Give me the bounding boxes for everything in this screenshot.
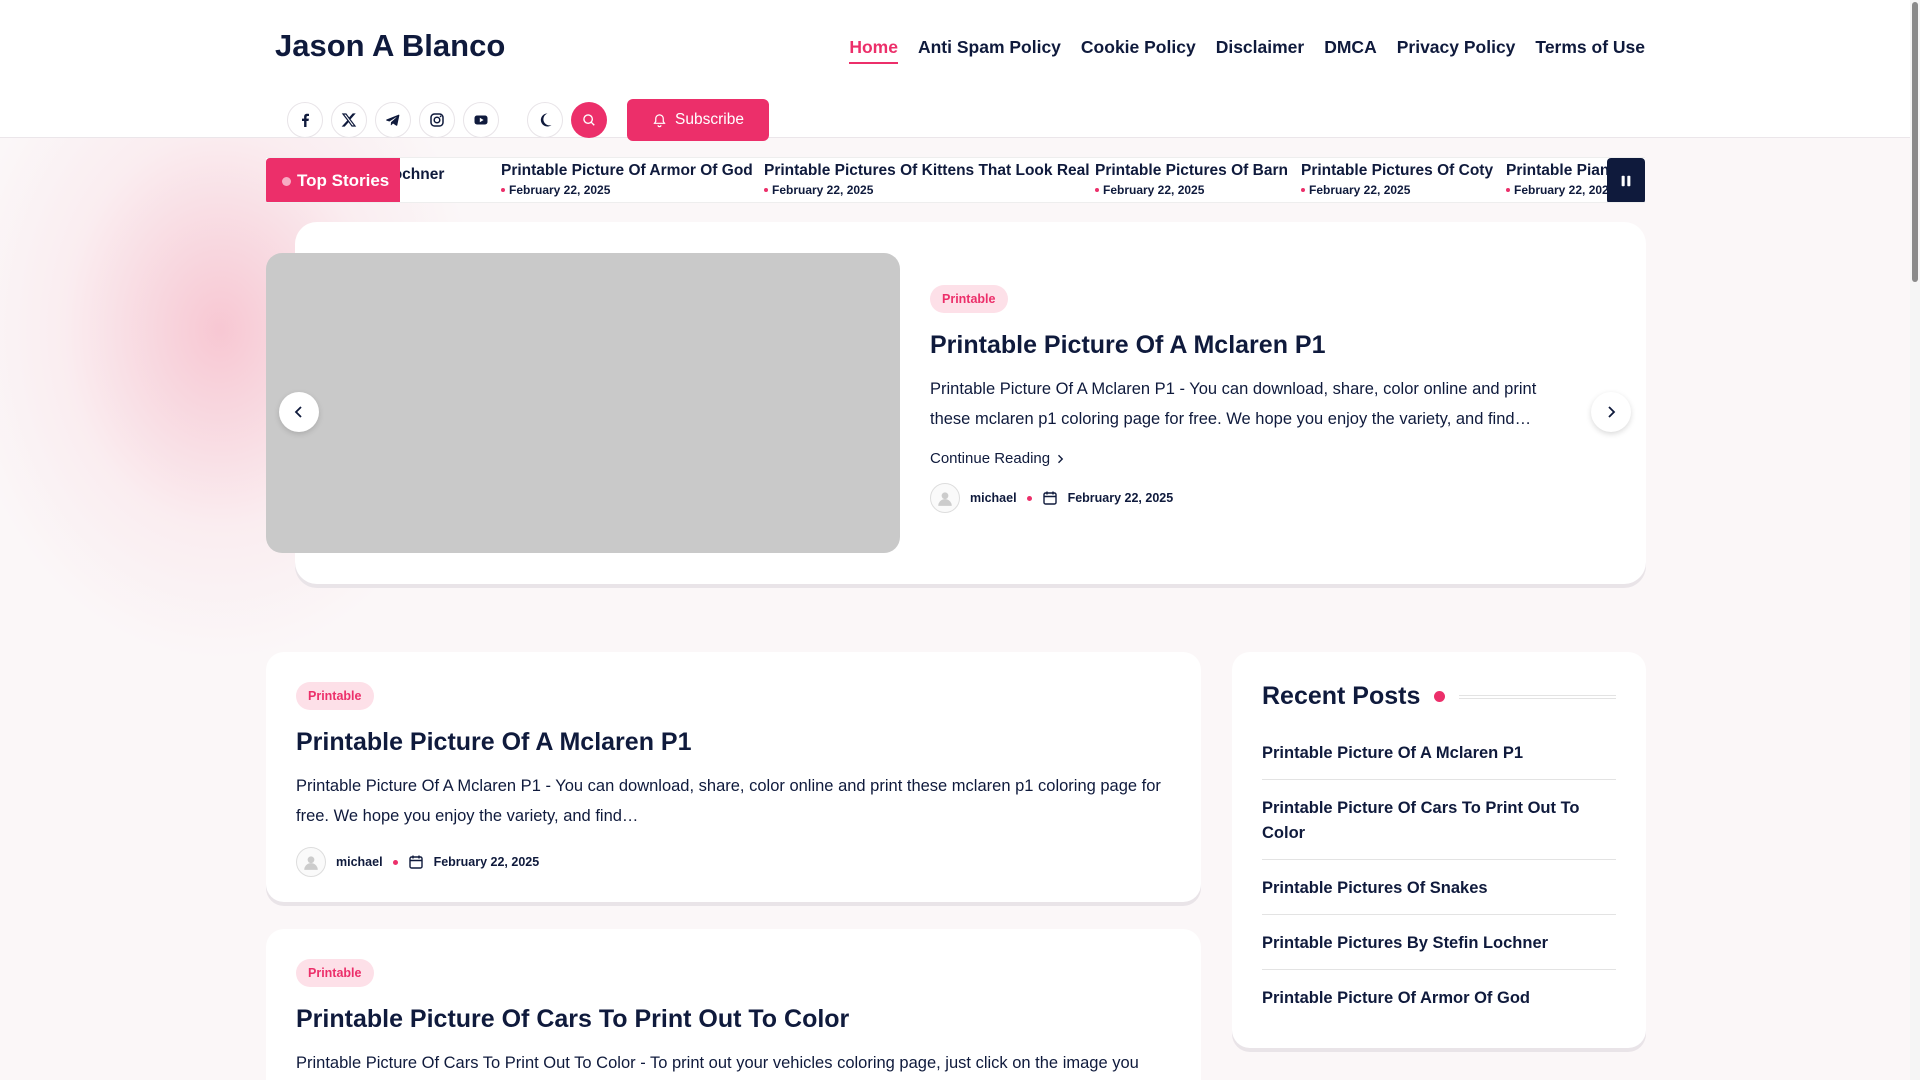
nav-terms-of-use[interactable]: Terms of Use: [1535, 37, 1645, 64]
post-author[interactable]: michael: [336, 855, 383, 869]
scrollbar-thumb[interactable]: [1912, 2, 1918, 282]
sidebar-heading: Recent Posts: [1262, 682, 1616, 711]
ticker-item-date: February 22, 2025: [764, 183, 1090, 197]
ticker-item-title: Printable Picture Of Armor Of God: [501, 162, 753, 179]
scrollbar[interactable]: [1910, 0, 1920, 1080]
x-icon[interactable]: [331, 102, 367, 138]
instagram-icon[interactable]: [419, 102, 455, 138]
ticker-item[interactable]: Printable Picture Of Armor Of God Februa…: [501, 162, 753, 197]
category-badge[interactable]: Printable: [296, 682, 374, 710]
ticker-item[interactable]: Printable Pictures Of Kittens That Look …: [764, 162, 1090, 197]
ticker-item[interactable]: fin Lochner: [360, 166, 444, 184]
main-nav: Home Anti Spam Policy Cookie Policy Disc…: [849, 37, 1645, 64]
calendar-icon: [1042, 491, 1057, 505]
bell-icon: [653, 113, 666, 127]
ticker-item-title: Printable Pictures Of Coty: [1301, 162, 1494, 179]
recent-post-link[interactable]: Printable Picture Of Armor Of God: [1262, 970, 1616, 1024]
dark-mode-toggle-icon[interactable]: [527, 102, 563, 138]
post-excerpt: Printable Picture Of Cars To Print Out T…: [296, 1054, 1139, 1072]
avatar[interactable]: [930, 483, 960, 513]
subscribe-button[interactable]: Subscribe: [627, 99, 769, 141]
post-author[interactable]: michael: [970, 491, 1017, 505]
nav-privacy-policy[interactable]: Privacy Policy: [1397, 37, 1516, 64]
category-badge[interactable]: Printable: [930, 285, 1008, 313]
site-header: Jason A Blanco Home Anti Spam Policy Coo…: [0, 0, 1910, 141]
recent-post-link[interactable]: Printable Pictures Of Snakes: [1262, 860, 1616, 915]
post-excerpt: Printable Picture Of A Mclaren P1 - You …: [930, 380, 1537, 428]
post-date[interactable]: February 22, 2025: [434, 855, 540, 869]
ticker-item-title: Printable Pictures Of Barn: [1095, 162, 1288, 179]
post-title[interactable]: Printable Picture Of Cars To Print Out T…: [296, 1005, 1171, 1034]
nav-dmca[interactable]: DMCA: [1324, 37, 1377, 64]
meta-separator: [392, 859, 398, 865]
post-excerpt: Printable Picture Of A Mclaren P1 - You …: [296, 777, 1161, 825]
heading-dot-icon: [1434, 691, 1446, 702]
search-icon[interactable]: [571, 102, 607, 138]
calendar-icon: [408, 855, 423, 869]
ticker-item-title: Printable Pictures Of Kittens That Look …: [764, 162, 1090, 179]
sidebar-recent-posts: Recent Posts Printable Picture Of A Mcla…: [1232, 652, 1646, 1048]
continue-reading-link[interactable]: Continue Reading: [930, 450, 1570, 467]
ticker-item[interactable]: Printable Pictures Of Coty February 22, …: [1301, 162, 1493, 197]
chevron-left-icon[interactable]: [279, 392, 319, 432]
nav-anti-spam-policy[interactable]: Anti Spam Policy: [918, 37, 1061, 64]
ticker-item-date: February 22, 2025: [1095, 183, 1288, 197]
ticker-item[interactable]: Printable Pictures Of Barn February 22, …: [1095, 162, 1288, 197]
recent-post-link[interactable]: Printable Picture Of A Mclaren P1: [1262, 725, 1616, 780]
pause-icon[interactable]: [1607, 158, 1645, 202]
telegram-icon[interactable]: [375, 102, 411, 138]
nav-cookie-policy[interactable]: Cookie Policy: [1081, 37, 1196, 64]
facebook-icon[interactable]: [287, 102, 323, 138]
subscribe-label: Subscribe: [675, 111, 744, 128]
header-actions: Subscribe: [287, 99, 769, 141]
post-meta: michael February 22, 2025: [930, 483, 1570, 513]
heading-divider: [1459, 694, 1616, 699]
ticker-item[interactable]: Printable Piano February 22, 202: [1506, 162, 1619, 197]
post-card: Printable Printable Picture Of A Mclaren…: [266, 652, 1201, 902]
category-badge[interactable]: Printable: [296, 959, 374, 987]
ticker-label-text: Top Stories: [297, 171, 390, 190]
post-meta: michael February 22, 2025: [296, 847, 1171, 877]
youtube-icon[interactable]: [463, 102, 499, 138]
nav-disclaimer[interactable]: Disclaimer: [1216, 37, 1305, 64]
ticker-label: Top Stories: [266, 158, 400, 202]
ticker-item-title: Printable Piano: [1506, 162, 1619, 179]
avatar[interactable]: [296, 847, 326, 877]
ticker-item-date: February 22, 202: [1506, 183, 1619, 197]
meta-separator: [1026, 495, 1032, 501]
recent-post-link[interactable]: Printable Picture Of Cars To Print Out T…: [1262, 780, 1616, 860]
sidebar-heading-text: Recent Posts: [1262, 682, 1421, 710]
post-title[interactable]: Printable Picture Of A Mclaren P1: [930, 331, 1570, 360]
continue-reading-label: Continue Reading: [930, 450, 1051, 467]
post-card: Printable Printable Picture Of Cars To P…: [266, 929, 1201, 1080]
post-title[interactable]: Printable Picture Of A Mclaren P1: [296, 728, 1171, 757]
top-stories-ticker: Top Stories fin Lochner Printable Pictur…: [266, 157, 1645, 203]
ticker-dot-icon: [282, 176, 291, 186]
ticker-item-date: February 22, 2025: [501, 183, 753, 197]
chevron-right-icon[interactable]: [1591, 392, 1631, 432]
site-title[interactable]: Jason A Blanco: [275, 28, 505, 64]
recent-post-link[interactable]: Printable Pictures By Stefin Lochner: [1262, 915, 1616, 970]
featured-image[interactable]: [266, 253, 900, 553]
featured-post: Printable Printable Picture Of A Mclaren…: [930, 285, 1570, 513]
chevron-right-icon: [1058, 454, 1064, 463]
post-date[interactable]: February 22, 2025: [1068, 491, 1174, 505]
nav-home[interactable]: Home: [849, 37, 898, 64]
ticker-item-date: February 22, 2025: [1301, 183, 1493, 197]
